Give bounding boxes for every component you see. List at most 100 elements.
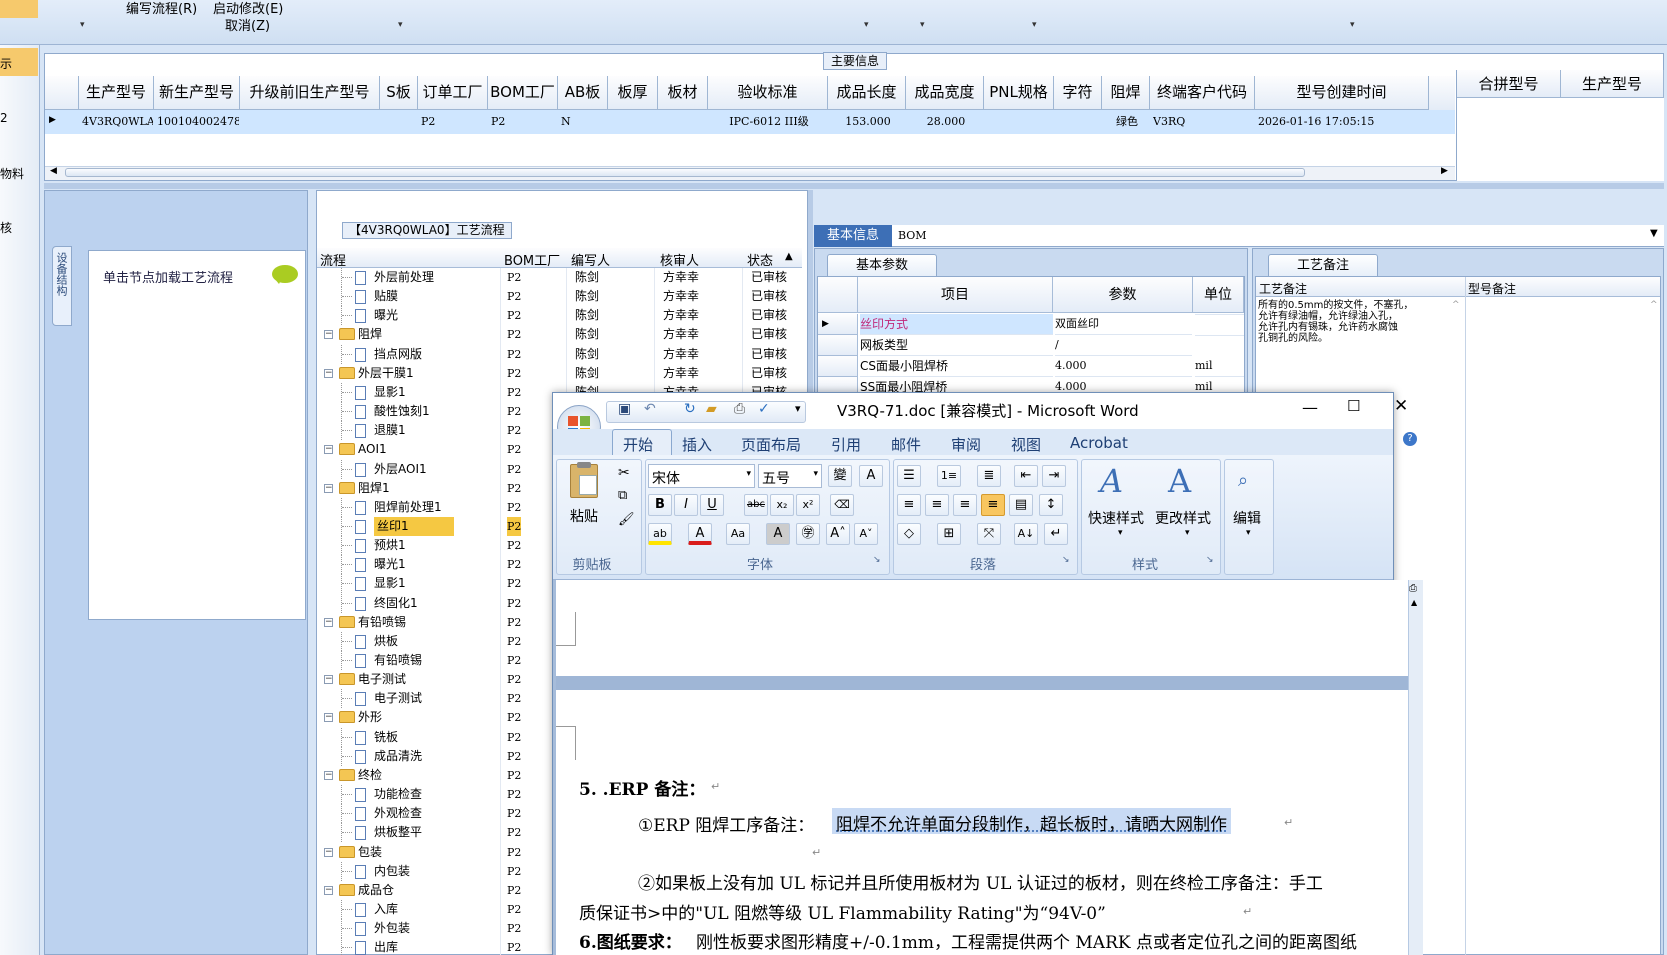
ribbon-tab[interactable]: 页面布局 <box>741 434 801 455</box>
ribbon-tab[interactable]: 视图 <box>1011 434 1041 455</box>
print-preview-icon[interactable]: ⎙ <box>734 401 745 417</box>
font-size-select[interactable]: 五号 ▾ <box>758 464 822 488</box>
collapse-toggle-icon[interactable]: − <box>324 713 333 723</box>
dialog-launcher-icon[interactable]: ↘ <box>873 555 881 565</box>
tree-folder-row[interactable]: − 阻焊 P2 陈剑 方幸幸 已审核 <box>317 325 802 344</box>
tab-basic-param[interactable]: 基本参数 <box>827 254 937 276</box>
cancel-button[interactable]: 取消(Z) <box>225 18 270 35</box>
tree-leaf-row[interactable]: 挡点网版 P2 陈剑 方幸幸 已审核 <box>317 344 802 364</box>
collapse-toggle-icon[interactable]: − <box>324 675 333 685</box>
main-cell[interactable]: P2 <box>491 110 557 134</box>
dialog-launcher-icon[interactable]: ↘ <box>1206 555 1214 565</box>
main-col-header[interactable]: 字符 <box>1054 76 1102 110</box>
font-name-select[interactable]: 宋体 ▾ <box>648 464 755 488</box>
help-icon[interactable]: ? <box>1403 432 1417 446</box>
param-cell-unit[interactable] <box>1195 335 1244 336</box>
tab-basic-info[interactable]: 基本信息 <box>814 225 892 247</box>
param-col-item[interactable]: 项目 <box>858 277 1053 313</box>
strikethrough-icon[interactable]: abc <box>744 494 768 516</box>
tab-bom[interactable]: BOM <box>898 225 927 247</box>
scroll-left-icon[interactable]: ◀ <box>50 166 57 176</box>
panel-menu-icon[interactable]: ▼ <box>1650 228 1658 239</box>
grow-font-icon[interactable]: A˄ <box>826 523 850 545</box>
paste-button[interactable]: 粘贴 <box>570 506 598 526</box>
vertical-scrollbar[interactable] <box>1408 580 1423 955</box>
collapse-toggle-icon[interactable]: − <box>324 885 333 895</box>
undo-icon[interactable]: ↶ <box>644 401 656 417</box>
main-col-header[interactable]: PNL规格 <box>984 76 1054 110</box>
collapse-toggle-icon[interactable]: − <box>324 847 333 857</box>
collapse-toggle-icon[interactable]: − <box>324 483 333 493</box>
main-col-header[interactable]: S板 <box>380 76 418 110</box>
collapse-toggle-icon[interactable]: − <box>324 330 333 340</box>
scroll-up-icon[interactable]: ^ <box>1650 300 1658 310</box>
char-border-icon[interactable]: A <box>859 465 883 487</box>
change-styles-button[interactable]: 更改样式 <box>1155 508 1211 528</box>
notes-col-process[interactable]: 工艺备注 <box>1259 280 1307 297</box>
param-cell-item[interactable]: 丝印方式 <box>860 314 1053 335</box>
char-shading-icon[interactable]: A <box>766 523 790 545</box>
increase-indent-icon[interactable]: ⇥ <box>1042 465 1066 487</box>
main-col-header[interactable]: 升级前旧生产型号 <box>240 76 380 110</box>
change-case-icon[interactable]: Aa <box>726 523 750 545</box>
horizontal-splitter[interactable] <box>44 183 1664 189</box>
align-right-icon[interactable]: ≡ <box>953 494 977 516</box>
param-cell-unit[interactable]: mil <box>1195 356 1244 377</box>
tree-leaf-row[interactable]: 贴膜 P2 陈剑 方幸幸 已审核 <box>317 287 802 307</box>
italic-icon[interactable]: I <box>674 494 698 516</box>
borders-icon[interactable]: ⊞ <box>937 523 961 545</box>
main-col-header[interactable]: 订单工厂 <box>418 76 488 110</box>
ribbon-tab[interactable]: 引用 <box>831 434 861 455</box>
main-col-header[interactable]: 板厚 <box>608 76 658 110</box>
scroll-up-icon[interactable]: ^ <box>1452 300 1460 310</box>
left-nav-item[interactable]: 示 <box>0 55 12 72</box>
main-cell[interactable]: 4V3RQ0WLA0 <box>82 110 153 134</box>
ribbon-tab[interactable]: 开始 <box>623 434 653 455</box>
main-col-header[interactable]: 验收标准 <box>708 76 828 110</box>
tree-col-reviewer[interactable]: 核审人 <box>660 250 699 269</box>
multilevel-list-icon[interactable]: ≣ <box>977 465 1001 487</box>
main-col-header[interactable]: 生产型号 <box>79 76 154 110</box>
underline-icon[interactable]: U <box>700 494 724 516</box>
align-center-icon[interactable]: ≡ <box>925 494 949 516</box>
collapse-toggle-icon[interactable]: − <box>324 445 333 455</box>
main-col-header[interactable]: 阻焊 <box>1102 76 1150 110</box>
dialog-launcher-icon[interactable]: ↘ <box>1062 555 1070 565</box>
notes-text-box[interactable]: 所有的0.5mm的按文件，不塞孔， 允许有绿油帽，允许绿油入孔， 允许孔内有锡珠… <box>1258 300 1448 380</box>
find-icon[interactable]: ⌕ <box>1238 470 1248 491</box>
minimize-icon[interactable]: — <box>1302 398 1318 417</box>
bold-icon[interactable]: B <box>648 494 672 516</box>
tree-col-status[interactable]: 状态 <box>747 250 773 269</box>
tree-col-writer[interactable]: 编写人 <box>571 250 610 269</box>
collapse-toggle-icon[interactable]: − <box>324 617 333 627</box>
quick-styles-icon[interactable]: A <box>1100 462 1123 500</box>
phonetic-guide-icon[interactable]: 變 <box>828 465 852 487</box>
subscript-icon[interactable]: x₂ <box>770 494 794 516</box>
notes-col-model[interactable]: 型号备注 <box>1468 280 1516 297</box>
param-cell-param[interactable]: 4.000 <box>1055 356 1192 377</box>
main-col-header[interactable]: 成品宽度 <box>906 76 984 110</box>
main-col-header[interactable]: BOM工厂 <box>488 76 558 110</box>
chinese-layout-icon[interactable]: ⤧ <box>977 523 1001 545</box>
main-cell[interactable]: 绿色 <box>1105 110 1149 134</box>
scroll-thumb[interactable] <box>65 168 1305 177</box>
main-cell[interactable]: V3RQ <box>1153 110 1254 134</box>
shading-icon[interactable]: ◇ <box>897 523 921 545</box>
main-col-header[interactable]: 终端客户代码 <box>1150 76 1255 110</box>
spelling-icon[interactable]: ✓ <box>758 401 770 417</box>
justify-icon[interactable]: ≡ <box>981 494 1005 516</box>
main-col-header[interactable]: 板材 <box>658 76 708 110</box>
tree-leaf-row[interactable]: 外层前处理 P2 陈剑 方幸幸 已审核 <box>317 268 802 287</box>
main-cell[interactable]: 2026-01-16 17:05:15 <box>1258 110 1428 134</box>
maximize-icon[interactable]: ☐ <box>1347 397 1360 415</box>
numbering-icon[interactable]: 1≡ <box>937 465 961 487</box>
main-col-header[interactable]: 新生产型号 <box>154 76 240 110</box>
edit-flow-button[interactable]: 编写流程(R) <box>126 1 197 18</box>
highlight-icon[interactable]: ab <box>648 523 672 545</box>
main-cell[interactable]: 153.000 <box>831 110 905 134</box>
close-icon[interactable]: ✕ <box>1394 396 1408 416</box>
edit-button[interactable]: 编辑 <box>1233 508 1261 528</box>
bullets-icon[interactable]: ☰ <box>897 465 921 487</box>
ribbon-tab[interactable]: 邮件 <box>891 434 921 455</box>
tab-process-notes[interactable]: 工艺备注 <box>1268 254 1378 276</box>
